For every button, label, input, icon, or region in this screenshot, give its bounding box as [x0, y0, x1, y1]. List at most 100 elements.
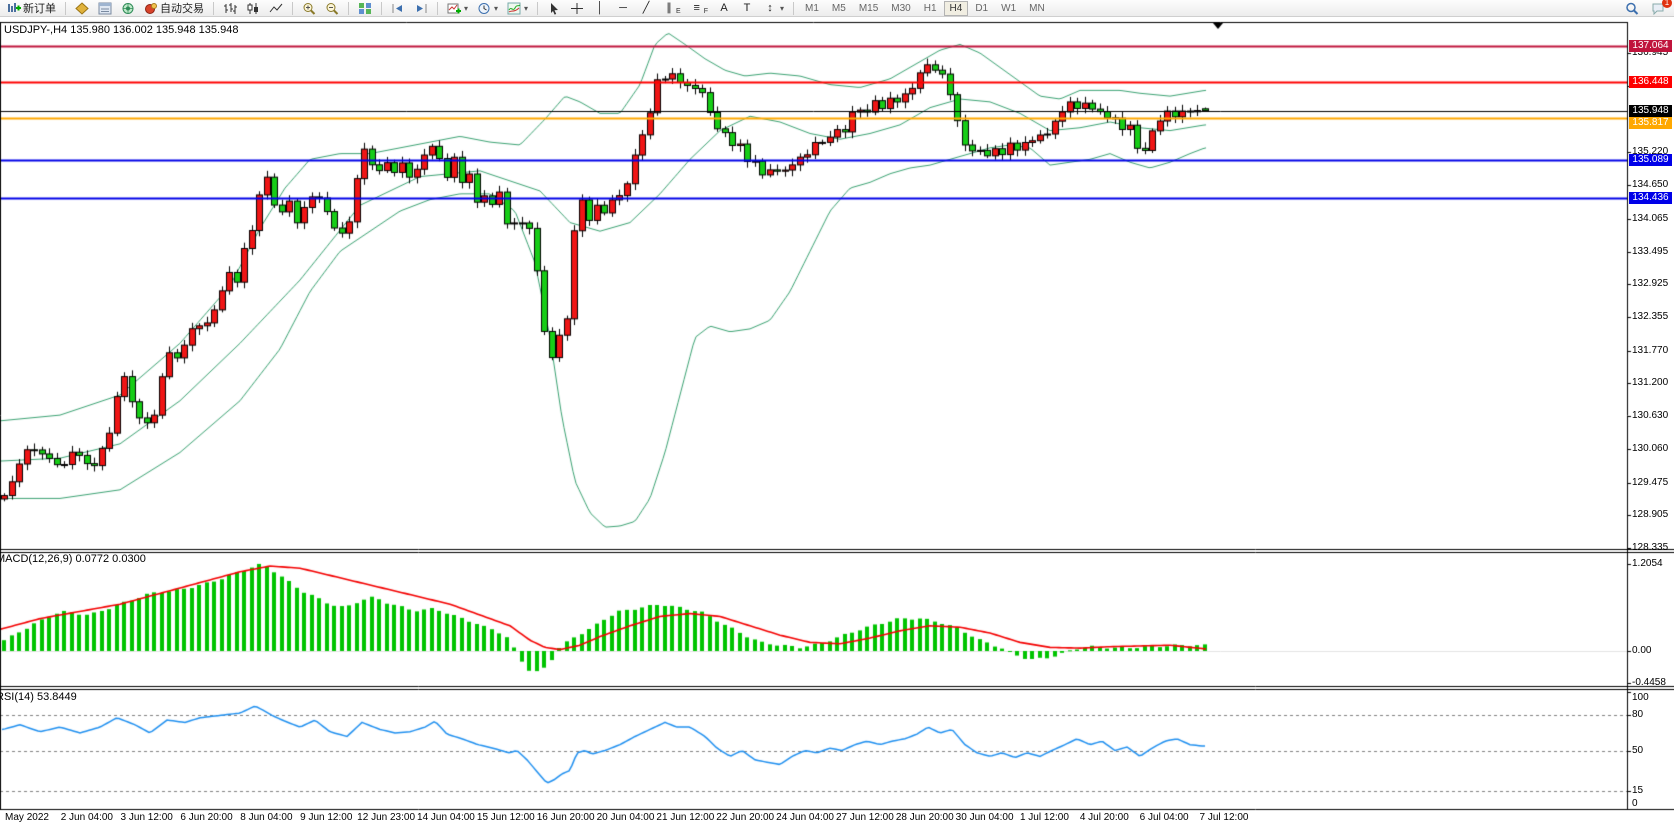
new-order-button-label: 新订单 — [23, 0, 56, 16]
new-chart-button[interactable]: ▾ — [443, 1, 472, 16]
toolbar-separator — [65, 2, 66, 15]
timeframe-toolbar: M1M5M15M30H1H4D1W1MN — [799, 1, 1051, 16]
data-window-button[interactable] — [94, 1, 116, 16]
price-tick-label: 130.630 — [1632, 410, 1668, 421]
toolbar-group-add: ▾ ▾ ▾ — [443, 1, 532, 16]
fibonacci-tool-button[interactable]: ≡F — [686, 1, 712, 16]
search-button[interactable] — [1621, 1, 1643, 16]
autotrading-button[interactable]: 自动交易 — [140, 1, 208, 16]
signals-button[interactable] — [117, 1, 139, 16]
cursor-tool-button[interactable] — [543, 1, 565, 16]
time-tick-label: 14 Jun 04:00 — [417, 812, 475, 823]
timeframe-button-mn[interactable]: MN — [1023, 1, 1051, 16]
arrows-icon: ↕ — [763, 2, 777, 15]
toolbar-separator — [537, 2, 538, 15]
hline-icon: ─ — [616, 2, 630, 15]
cursor-icon — [547, 2, 561, 15]
toolbar-group-zoom — [298, 1, 343, 16]
time-tick-label: 22 Jun 20:00 — [716, 812, 774, 823]
rsi-indicator-label: RSI(14) 53.8449 — [0, 691, 77, 703]
auto-scroll-icon — [391, 2, 405, 15]
timeframe-button-h1[interactable]: H1 — [918, 1, 943, 16]
timeframe-button-m30[interactable]: M30 — [885, 1, 916, 16]
timeframe-button-w1[interactable]: W1 — [995, 1, 1022, 16]
timeframe-button-m5[interactable]: M5 — [826, 1, 852, 16]
horizontal-line-tool-button[interactable]: ─ — [612, 1, 634, 16]
data-window-icon — [98, 2, 112, 15]
toolbar-separator — [437, 2, 438, 15]
time-tick-label: 15 Jun 12:00 — [477, 812, 535, 823]
price-level-badge: 134.436 — [1629, 192, 1672, 204]
signal-globe-icon — [121, 2, 135, 15]
vertical-line-tool-button[interactable]: │ — [589, 1, 611, 16]
toolbar-separator — [292, 2, 293, 15]
time-tick-label: 6 Jun 20:00 — [180, 812, 232, 823]
toolbar-separator — [213, 2, 214, 15]
search-icon — [1625, 2, 1639, 15]
candle-chart-button[interactable] — [242, 1, 264, 16]
toolbar-separator — [381, 2, 382, 15]
time-tick-label: 7 Jul 12:00 — [1200, 812, 1249, 823]
gold-diamond-icon — [75, 2, 89, 15]
price-tick-label: 131.200 — [1632, 377, 1668, 388]
trendline-tool-button[interactable]: ╱ — [635, 1, 657, 16]
time-tick-label: 28 Jun 20:00 — [896, 812, 954, 823]
arrows-tool-button[interactable]: ↕▾ — [759, 1, 788, 16]
auto-scroll-button[interactable] — [387, 1, 409, 16]
trading-terminal-window: { "toolbar": { "groups": [ {"name":"orde… — [0, 0, 1674, 825]
crosshair-icon — [570, 2, 584, 15]
zoom-in-button[interactable] — [298, 1, 320, 16]
timeframe-button-d1[interactable]: D1 — [969, 1, 994, 16]
templates-button[interactable]: ▾ — [503, 1, 532, 16]
channel-icon: ∥ — [662, 2, 676, 15]
timeframe-button-m15[interactable]: M15 — [853, 1, 884, 16]
price-level-badge: 135.948 — [1629, 105, 1672, 117]
line-glyph-icon — [269, 2, 283, 15]
channel-letter: E — [676, 8, 681, 15]
price-tick-label: 133.495 — [1632, 246, 1668, 257]
tile-windows-button[interactable] — [354, 1, 376, 16]
time-tick-label: 1 Jul 12:00 — [1020, 812, 1069, 823]
chart-canvas[interactable] — [0, 0, 1674, 825]
toolbar-group-draw: │─╱∥E≡FAT↕▾ — [543, 1, 788, 16]
candles-glyph-icon — [246, 2, 260, 15]
rsi-scale-label: 50 — [1632, 745, 1643, 756]
price-tick-label: 128.335 — [1632, 542, 1668, 553]
text-tool-button[interactable]: A — [713, 1, 735, 16]
price-tick-label: 134.065 — [1632, 213, 1668, 224]
time-tick-label: 8 Jun 04:00 — [240, 812, 292, 823]
price-level-badge: 137.064 — [1629, 40, 1672, 52]
tiles-icon — [358, 2, 372, 15]
chevron-down-icon: ▾ — [494, 4, 498, 13]
notifications-button[interactable]: 1 — [1647, 1, 1669, 16]
bar-chart-button[interactable] — [219, 1, 241, 16]
timeframe-button-m1[interactable]: M1 — [799, 1, 825, 16]
rsi-scale-label: 0 — [1632, 798, 1638, 809]
periods-button[interactable]: ▾ — [473, 1, 502, 16]
toolbar-group-windows — [354, 1, 376, 16]
toolbar-group-panels: 自动交易 — [71, 1, 208, 16]
timeframe-button-h4[interactable]: H4 — [944, 1, 969, 16]
toolbar-group-chart-types — [219, 1, 287, 16]
toolbar-right: 1 — [1621, 1, 1671, 16]
price-tick-label: 128.905 — [1632, 509, 1668, 520]
label-tool-button[interactable]: T — [736, 1, 758, 16]
time-tick-label: 21 Jun 12:00 — [656, 812, 714, 823]
line-chart-button[interactable] — [265, 1, 287, 16]
zoom-out-button[interactable] — [321, 1, 343, 16]
price-level-badge: 135.817 — [1629, 117, 1672, 129]
market-watch-button[interactable] — [71, 1, 93, 16]
time-tick-label: 24 Jun 04:00 — [776, 812, 834, 823]
crosshair-tool-button[interactable] — [566, 1, 588, 16]
label-icon: T — [740, 2, 754, 15]
new-chart-icon — [447, 2, 461, 15]
zoom-out-icon — [325, 2, 339, 15]
macd-indicator-label: MACD(12,26,9) 0.0772 0.0300 — [0, 553, 146, 565]
toolbar-group-order: 新订单 — [3, 1, 60, 16]
zoom-in-icon — [302, 2, 316, 15]
new-order-button[interactable]: 新订单 — [3, 1, 60, 16]
time-tick-label: 6 Jul 04:00 — [1140, 812, 1189, 823]
chart-shift-button[interactable] — [410, 1, 432, 16]
channel-tool-button[interactable]: ∥E — [658, 1, 685, 16]
price-level-badge: 135.089 — [1629, 154, 1672, 166]
